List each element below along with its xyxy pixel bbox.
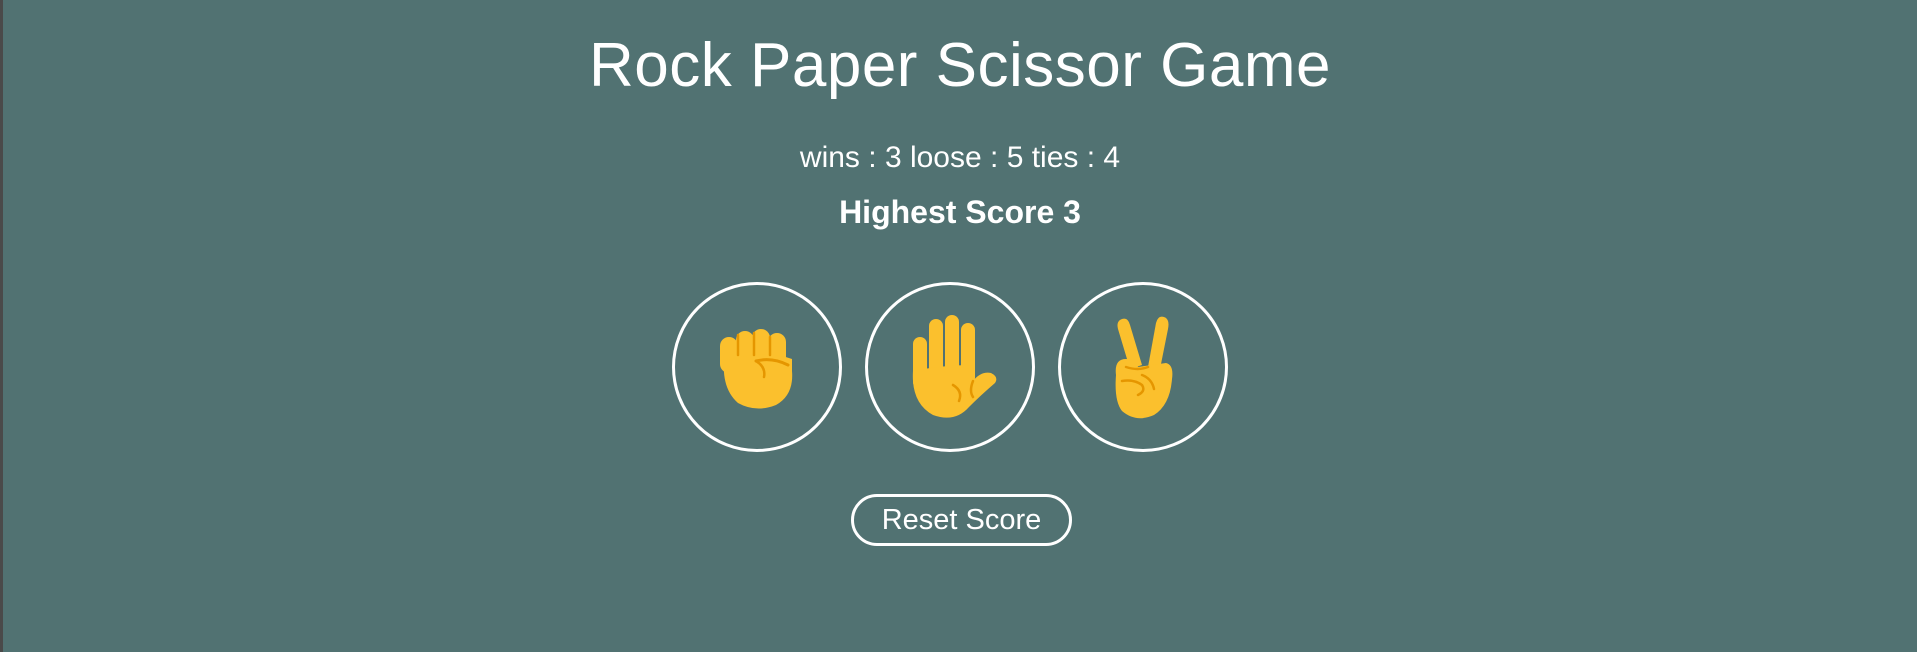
- rock-fist-icon: [720, 329, 793, 409]
- game-screen: Rock Paper Scissor Game wins : 3 loose :…: [3, 0, 1917, 652]
- paper-hand-icon: [912, 315, 997, 418]
- choice-buttons: [3, 282, 1917, 458]
- wins-count: 3: [884, 141, 902, 174]
- page-title: Rock Paper Scissor Game: [589, 31, 1331, 100]
- loose-count: 5: [1006, 141, 1024, 174]
- loose-label: loose :: [901, 141, 1007, 174]
- scissor-victory-hand-icon: [1115, 316, 1173, 419]
- paper-button[interactable]: [865, 282, 1035, 452]
- score-summary: wins : 3 loose : 5 ties : 4: [3, 139, 1917, 177]
- wins-label: wins :: [799, 141, 885, 174]
- ties-count: 4: [1103, 141, 1121, 174]
- ties-label: ties :: [1023, 141, 1104, 174]
- rock-button[interactable]: [672, 282, 842, 452]
- reset-score-button[interactable]: Reset Score: [851, 494, 1072, 546]
- highest-score: Highest Score 3: [839, 194, 1081, 230]
- scissor-button[interactable]: [1058, 282, 1228, 452]
